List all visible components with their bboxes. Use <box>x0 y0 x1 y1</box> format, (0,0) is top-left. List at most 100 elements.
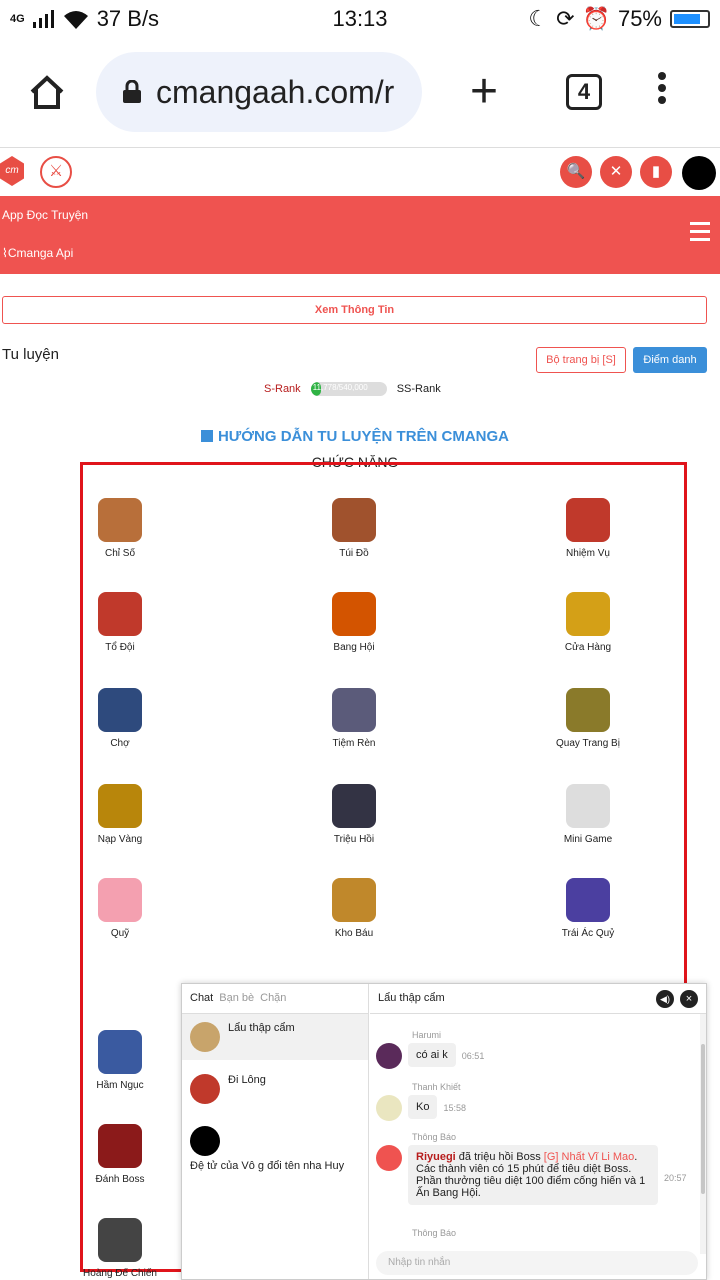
feature-label: Trái Ác Quỷ <box>561 928 615 939</box>
feature-icon <box>98 784 142 828</box>
announce-avatar <box>376 1145 402 1171</box>
chat-message: Harumi có ai k 06:51 <box>376 1030 696 1069</box>
feature-item[interactable]: Quay Trang Bị <box>508 688 668 749</box>
site-header: cm ⚔ 🔍 ✕ ▮ <box>0 150 720 196</box>
feature-label: Hầm Ngục <box>96 1080 144 1091</box>
feature-item[interactable]: Quỹ <box>40 878 200 939</box>
check-in-button[interactable]: Điểm danh <box>633 347 707 373</box>
feature-label: Mini Game <box>563 834 613 845</box>
close-icon[interactable]: × <box>680 990 698 1008</box>
room-name: Đi Lông <box>228 1074 266 1086</box>
guide-link[interactable]: HƯỚNG DẪN TU LUYỆN TRÊN CMANGA <box>0 428 710 445</box>
home-icon[interactable] <box>28 74 66 110</box>
feature-item[interactable]: Bang Hội <box>274 592 434 653</box>
rank-progress: S-Rank 11,778/540,000 SS-Rank <box>264 382 441 396</box>
nav-link-app[interactable]: App Đọc Truyện <box>2 208 88 222</box>
feature-item[interactable]: Túi Đồ <box>274 498 434 559</box>
feature-icon <box>98 498 142 542</box>
more-menu-icon[interactable] <box>652 68 672 108</box>
message-author: Thông Báo <box>412 1228 457 1238</box>
user-avatar[interactable] <box>682 156 716 190</box>
feature-label: Quay Trang Bị <box>556 738 620 749</box>
chat-scrollbar[interactable] <box>700 1014 706 1254</box>
site-logo[interactable]: cm <box>0 156 24 186</box>
feature-item[interactable]: Triệu Hồi <box>274 784 434 845</box>
chat-message: Thông Báo Riyuegi đã triệu hồi Boss [G] … <box>376 1132 696 1205</box>
feature-icon <box>98 592 142 636</box>
clock: 13:13 <box>332 6 388 31</box>
feature-icon <box>332 592 376 636</box>
chat-room-item[interactable]: Đi Lông <box>182 1066 368 1112</box>
message-input[interactable]: Nhập tin nhắn <box>376 1251 698 1275</box>
feature-item[interactable]: Nhiệm Vụ <box>508 498 668 559</box>
feature-item[interactable]: Kho Báu <box>274 878 434 939</box>
chat-tabs: Chat Bạn bè Chặn <box>182 984 368 1014</box>
feature-icon <box>98 1124 142 1168</box>
room-avatar <box>190 1126 220 1156</box>
feature-label: Bang Hội <box>333 642 375 653</box>
feature-label: Túi Đồ <box>339 548 369 559</box>
chat-header: Lẩu thập cẩm ◀) × <box>370 984 706 1014</box>
feature-label: Nạp Vàng <box>97 834 143 845</box>
chat-room-item[interactable]: Lẩu thập cẩm <box>182 1014 368 1060</box>
message-time: 20:57 <box>664 1173 687 1183</box>
feature-item[interactable]: Chỉ Số <box>40 498 200 559</box>
new-tab-icon[interactable]: + <box>470 68 498 116</box>
tab-blocked[interactable]: Chặn <box>260 992 286 1005</box>
message-bubble: Ko <box>408 1095 438 1119</box>
view-info-button[interactable]: Xem Thông Tin <box>2 296 707 324</box>
tab-chat[interactable]: Chat <box>190 992 213 1005</box>
next-rank: SS-Rank <box>396 383 441 395</box>
character-avatar-icon[interactable]: ⚔ <box>40 156 72 188</box>
feature-item[interactable]: Mini Game <box>508 784 668 845</box>
feature-item[interactable]: Hoàng Đế Chiến <box>40 1218 200 1279</box>
feature-label: Nhiệm Vụ <box>566 548 610 559</box>
feature-icon <box>98 1030 142 1074</box>
tab-friends[interactable]: Bạn bè <box>219 992 254 1005</box>
browser-toolbar: cmangaah.com/r + 4 <box>0 38 720 148</box>
feature-icon <box>566 878 610 922</box>
address-bar[interactable]: cmangaah.com/r <box>96 52 422 132</box>
rank-progress-bar: 11,778/540,000 <box>310 382 387 396</box>
room-name: Đệ tử của Vô g đổi tên nha Huy <box>190 1160 345 1172</box>
battery-icon <box>670 10 710 28</box>
hamburger-menu-icon[interactable] <box>690 222 710 246</box>
section-title: Tu luyện <box>2 346 59 363</box>
equipment-set-button[interactable]: Bộ trang bị [S] <box>536 347 626 373</box>
feature-icon <box>98 688 142 732</box>
status-bar: 4G 37 B/s 13:13 ☾ ⟳ ⏰ 75% <box>0 0 720 38</box>
chat-room-item[interactable]: Đệ tử của Vô g đổi tên nha Huy <box>182 1118 368 1180</box>
chat-sidebar: Chat Bạn bè Chặn Lẩu thập cẩm Đi Lông Đệ… <box>182 984 369 1279</box>
feature-item[interactable]: Tổ Đội <box>40 592 200 653</box>
bookmark-icon[interactable]: ▮ <box>640 156 672 188</box>
feature-item[interactable]: Trái Ác Quỷ <box>508 878 668 939</box>
battle-icon[interactable]: ✕ <box>600 156 632 188</box>
tab-switcher-button[interactable]: 4 <box>566 74 602 110</box>
current-rank: S-Rank <box>264 383 301 395</box>
feature-item[interactable]: Chợ <box>40 688 200 749</box>
chat-panel: Chat Bạn bè Chặn Lẩu thập cẩm Đi Lông Đệ… <box>181 983 707 1280</box>
sound-icon[interactable]: ◀) <box>656 990 674 1008</box>
feature-item[interactable]: Đánh Boss <box>40 1124 200 1185</box>
feature-item[interactable]: Nạp Vàng <box>40 784 200 845</box>
feature-icon <box>98 878 142 922</box>
progress-text: 11,778/540,000 <box>312 383 368 392</box>
message-bubble: có ai k <box>408 1043 456 1067</box>
search-icon[interactable]: 🔍 <box>560 156 592 188</box>
feature-item[interactable]: Hầm Ngục <box>40 1030 200 1091</box>
message-time: 06:51 <box>461 1051 485 1061</box>
feature-icon <box>332 498 376 542</box>
feature-label: Tổ Đội <box>105 642 135 653</box>
feature-label: Chỉ Số <box>104 548 135 559</box>
feature-icon <box>566 688 610 732</box>
feature-item[interactable]: Cửa Hàng <box>508 592 668 653</box>
feature-label: Triệu Hồi <box>333 834 375 845</box>
nav-link-api[interactable]: ⌇Cmanga Api <box>2 246 73 260</box>
feature-icon <box>566 592 610 636</box>
message-author: Thanh Khiết <box>412 1082 461 1092</box>
book-icon <box>200 430 213 442</box>
feature-item[interactable]: Tiệm Rèn <box>274 688 434 749</box>
message-author: Thông Báo <box>412 1132 457 1142</box>
feature-label: Kho Báu <box>334 928 374 939</box>
message-author: Harumi <box>412 1030 442 1040</box>
